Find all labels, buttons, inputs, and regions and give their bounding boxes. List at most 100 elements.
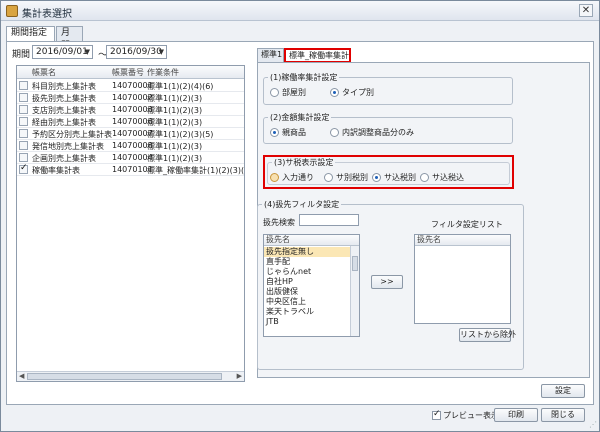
row-condition: 標準1(1)(2)(3) bbox=[147, 94, 203, 103]
row-name: 扱先別売上集計表 bbox=[32, 94, 96, 103]
radio-by-room[interactable]: 部屋別 bbox=[270, 87, 306, 98]
preview-checkbox[interactable]: プレビュー表示 bbox=[432, 409, 499, 421]
radio-by-type[interactable]: タイプ別 bbox=[330, 87, 374, 98]
row-condition: 標準_稼働率集計(1)(2)(3)(4) bbox=[147, 166, 245, 175]
tab-standard1[interactable]: 標準1 bbox=[257, 48, 284, 62]
list-item[interactable]: 直手配 bbox=[266, 257, 290, 267]
table-row[interactable]: 予約区分別売上集計表 14070007 標準1(1)(2)(3)(5) bbox=[17, 128, 244, 140]
row-name: 予約区分別売上集計表 bbox=[32, 130, 112, 139]
group-title: (4)扱先フィルタ設定 bbox=[262, 199, 342, 210]
period-from-value: 2016/09/01 bbox=[36, 47, 88, 57]
chevron-down-icon[interactable]: ▼ bbox=[159, 46, 164, 58]
close-window-icon[interactable]: ✕ bbox=[579, 4, 593, 17]
table-row[interactable]: 科目別売上集計表 14070001 標準1(1)(2)(4)(6) bbox=[17, 80, 244, 92]
vertical-scrollbar[interactable] bbox=[350, 246, 359, 336]
group-title: (1)稼働率集計設定 bbox=[268, 72, 340, 83]
checkbox-box[interactable] bbox=[432, 409, 441, 420]
row-checkbox[interactable] bbox=[19, 163, 28, 174]
column-header-number[interactable]: 帳票番号 bbox=[112, 67, 144, 78]
column-header-name[interactable]: 帳票名 bbox=[32, 67, 56, 78]
tab-period[interactable]: 期間指定 bbox=[6, 26, 55, 42]
row-checkbox[interactable] bbox=[19, 153, 28, 162]
radio-parent-product[interactable]: 親商品 bbox=[270, 127, 306, 138]
report-table: 帳票名 帳票番号 作業条件 科目別売上集計表 14070001 標準1(1)(2… bbox=[16, 65, 245, 382]
horizontal-scrollbar[interactable]: ◀ ▶ bbox=[17, 371, 244, 381]
radio-dot[interactable] bbox=[372, 173, 381, 182]
row-condition: 標準1(1)(2)(3)(5) bbox=[147, 130, 214, 139]
radio-label: 親商品 bbox=[282, 128, 306, 137]
list-item[interactable]: 楽天トラベル bbox=[266, 307, 314, 317]
resize-grip-icon[interactable]: ⋰ bbox=[589, 420, 597, 429]
scroll-thumb[interactable] bbox=[27, 373, 222, 380]
row-checkbox[interactable] bbox=[19, 129, 28, 138]
tax-display-group: (3)サ税表示設定 入力通り サ別税別 サ込税別 サ込税込 bbox=[267, 157, 510, 185]
radio-dot[interactable] bbox=[270, 88, 279, 97]
settings-button[interactable]: 設定 bbox=[541, 384, 585, 398]
occupancy-setting-group: (1)稼働率集計設定 部屋別 タイプ別 bbox=[263, 72, 513, 105]
column-header-condition[interactable]: 作業条件 bbox=[147, 67, 179, 78]
radio-as-entered[interactable]: 入力通り bbox=[270, 172, 314, 183]
list-item[interactable]: 中央区信上 bbox=[266, 297, 306, 307]
filter-list-title: フィルタ設定リスト bbox=[431, 220, 503, 229]
row-checkbox[interactable] bbox=[19, 105, 28, 114]
title-bar: 集計表選択 ✕ bbox=[1, 1, 599, 21]
radio-dot[interactable] bbox=[420, 173, 429, 182]
period-from-combo[interactable]: 2016/09/01 ▼ bbox=[32, 45, 93, 59]
radio-label: タイプ別 bbox=[342, 88, 374, 97]
radio-dot[interactable] bbox=[330, 88, 339, 97]
scroll-thumb[interactable] bbox=[352, 256, 358, 271]
row-name: 支店別売上集計表 bbox=[32, 106, 96, 115]
table-row[interactable]: 企画別売上集計表 14070004 標準1(1)(2)(3) bbox=[17, 152, 244, 164]
radio-breakdown-only[interactable]: 内訳調整商品分のみ bbox=[330, 127, 414, 138]
radio-label: 部屋別 bbox=[282, 88, 306, 97]
list-item[interactable]: 自社HP bbox=[266, 277, 293, 287]
radio-label: 入力通り bbox=[282, 173, 314, 182]
list-item[interactable]: JTB bbox=[266, 317, 279, 327]
table-header: 帳票名 帳票番号 作業条件 bbox=[17, 66, 244, 79]
table-row[interactable]: 経由別売上集計表 14070006 標準1(1)(2)(3) bbox=[17, 116, 244, 128]
close-button[interactable]: 閉じる bbox=[541, 408, 585, 422]
radio-label: サ別税別 bbox=[336, 173, 368, 182]
radio-service-incl-tax-excl[interactable]: サ込税別 bbox=[372, 172, 416, 183]
tab-monthly[interactable]: 月間 bbox=[56, 26, 83, 51]
radio-dot[interactable] bbox=[324, 173, 333, 182]
radio-service-excl-tax-excl[interactable]: サ別税別 bbox=[324, 172, 368, 183]
radio-dot[interactable] bbox=[330, 128, 339, 137]
row-checkbox[interactable] bbox=[19, 81, 28, 90]
list-item[interactable]: 出版健保 bbox=[266, 287, 298, 297]
remove-from-list-button[interactable]: リストから除外 bbox=[459, 328, 516, 342]
row-condition: 標準1(1)(2)(3) bbox=[147, 118, 203, 127]
radio-label: サ込税別 bbox=[384, 173, 416, 182]
chevron-down-icon[interactable]: ▼ bbox=[85, 46, 90, 58]
table-row[interactable]: 支店別売上集計表 14070003 標準1(1)(2)(3) bbox=[17, 104, 244, 116]
period-to-combo[interactable]: 2016/09/30 ▼ bbox=[106, 45, 167, 59]
row-checkbox[interactable] bbox=[19, 141, 28, 150]
row-name: 稼働率集計表 bbox=[32, 166, 80, 175]
customer-search-input[interactable] bbox=[299, 214, 359, 226]
row-name: 発信地別売上集計表 bbox=[32, 142, 104, 151]
row-checkbox[interactable] bbox=[19, 117, 28, 126]
scroll-left-icon[interactable]: ◀ bbox=[19, 372, 24, 380]
table-row[interactable]: 発信地別売上集計表 14070008 標準1(1)(2)(3) bbox=[17, 140, 244, 152]
list-item[interactable]: じゃらんnet bbox=[266, 267, 311, 277]
row-condition: 標準1(1)(2)(3) bbox=[147, 154, 203, 163]
radio-service-incl-tax-incl[interactable]: サ込税込 bbox=[420, 172, 464, 183]
tab-occupancy-standard[interactable]: 標準_稼働率集計 bbox=[284, 48, 351, 63]
list-item[interactable]: 扱先指定無し bbox=[264, 247, 350, 257]
row-condition: 標準1(1)(2)(3) bbox=[147, 106, 203, 115]
print-button[interactable]: 印刷 bbox=[494, 408, 538, 422]
radio-dot[interactable] bbox=[270, 173, 279, 182]
table-row[interactable]: 稼働率集計表 14070101 標準_稼働率集計(1)(2)(3)(4) bbox=[17, 163, 245, 176]
row-name: 企画別売上集計表 bbox=[32, 154, 96, 163]
filter-target-list: 扱先名 bbox=[414, 234, 511, 324]
radio-dot[interactable] bbox=[270, 128, 279, 137]
group-title: (3)サ税表示設定 bbox=[272, 157, 336, 168]
group-title: (2)金額集計設定 bbox=[268, 112, 332, 123]
row-checkbox[interactable] bbox=[19, 93, 28, 102]
table-row[interactable]: 扱先別売上集計表 14070002 標準1(1)(2)(3) bbox=[17, 92, 244, 104]
row-name: 経由別売上集計表 bbox=[32, 118, 96, 127]
move-to-filter-button[interactable]: >> bbox=[371, 275, 403, 289]
report-selection-window: 集計表選択 ✕ 期間指定 月間 期間 2016/09/01 ▼ 〜 2016/0… bbox=[0, 0, 600, 432]
period-to-value: 2016/09/30 bbox=[110, 47, 162, 57]
scroll-right-icon[interactable]: ▶ bbox=[237, 372, 242, 380]
